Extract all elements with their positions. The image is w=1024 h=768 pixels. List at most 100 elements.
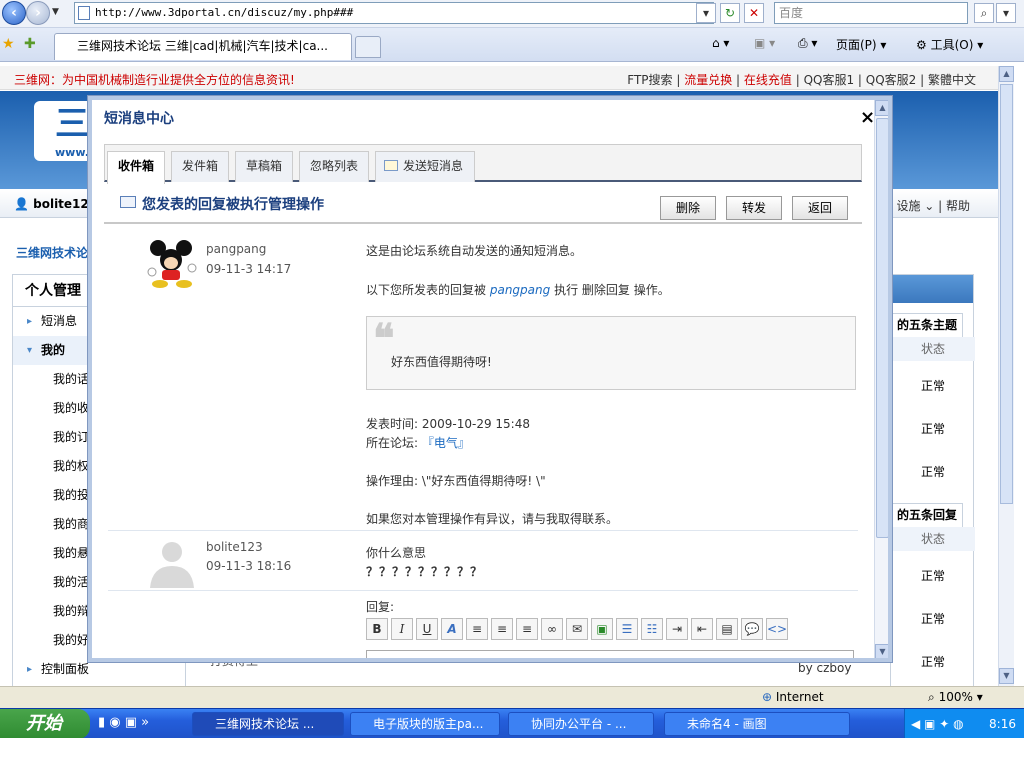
scroll-down-icon[interactable]: ▼ [875, 644, 888, 658]
url-field[interactable]: http://www.3dportal.cn/discuz/my.php### [74, 2, 714, 24]
feeds-icon[interactable]: ▣ ▾ [754, 36, 775, 50]
top-link[interactable]: 流量兑换 [684, 73, 732, 87]
message-line: 你什么意思 [366, 546, 427, 560]
clock: 8:16 [989, 717, 1016, 731]
search-options-button[interactable]: ▾ [996, 3, 1016, 23]
sender-name[interactable]: bolite123 [206, 540, 263, 554]
message-line: 这是由论坛系统自动发送的通知短消息。 [366, 244, 583, 258]
divider [108, 530, 858, 531]
reason-line: 操作理由: \"好东西值得期待呀! \" [366, 474, 546, 488]
table-icon[interactable]: ▤ [716, 618, 738, 640]
underline-icon[interactable]: U [416, 618, 438, 640]
tools-menu[interactable]: ⚙ 工具(O) ▾ [916, 36, 983, 53]
message-line: 以下您所发表的回复被 pangpang 执行 删除回复 操作。 [366, 283, 670, 297]
page-menu[interactable]: 页面(P) ▾ [836, 36, 886, 53]
compose-icon [384, 160, 398, 171]
close-button[interactable]: × [860, 109, 875, 127]
back-button[interactable]: 返回 [792, 196, 848, 220]
forum-link[interactable]: 『电气』 [422, 436, 470, 450]
sender-name[interactable]: pangpang [206, 242, 266, 256]
favorites-star-icon[interactable]: ★ [2, 36, 15, 52]
image-icon[interactable]: ▣ [591, 618, 613, 640]
align-left-icon[interactable]: ≡ [466, 618, 488, 640]
forward-button[interactable]: › [26, 1, 50, 25]
url-dropdown-button[interactable]: ▾ [696, 3, 716, 23]
taskbar-item[interactable]: 协同办公平台 - ... [508, 712, 654, 736]
align-center-icon[interactable]: ≡ [491, 618, 513, 640]
browser-tab[interactable]: 三维网技术论坛 三维|cad|机械|汽车|技术|ca... [54, 33, 352, 60]
bold-icon[interactable]: B [366, 618, 388, 640]
scroll-down-icon[interactable]: ▼ [999, 668, 1014, 684]
scroll-thumb[interactable] [1000, 84, 1013, 504]
page-scrollbar[interactable]: ▲ ▼ [998, 66, 1014, 686]
code-icon[interactable]: <> [766, 618, 788, 640]
print-icon[interactable]: ⎙ ▾ [798, 36, 817, 51]
history-dropdown-icon[interactable]: ▼ [52, 7, 59, 17]
help-links[interactable]: 设施 ⌄ | 帮助 [896, 197, 970, 214]
stop-button[interactable]: ✕ [744, 3, 764, 23]
status-value: 正常 [920, 569, 945, 583]
taskbar-item[interactable]: 电子版块的版主pa... [350, 712, 500, 736]
top-link[interactable]: 繁體中文 [928, 73, 976, 87]
taskbar-item[interactable]: 未命名4 - 画图 [664, 712, 850, 736]
status-value: 正常 [920, 465, 945, 479]
tab-send-message[interactable]: 发送短消息 [375, 151, 475, 182]
zoom-control[interactable]: ⌕ 100% ▾ [928, 690, 983, 705]
forward-button[interactable]: 转发 [726, 196, 782, 220]
status-value: 正常 [920, 379, 945, 393]
back-button[interactable]: ‹ [2, 1, 26, 25]
refresh-button[interactable]: ↻ [720, 3, 740, 23]
username-link[interactable]: 👤 bolite123 [14, 197, 97, 211]
breadcrumb[interactable]: 三维网技术论 [16, 244, 88, 261]
scroll-thumb[interactable] [876, 118, 888, 538]
site-topbar: 三维网：为中国机械制造行业提供全方位的信息资讯! FTP搜索 | 流量兑换 | … [0, 66, 998, 90]
page-menu-label: 页面(P) [836, 38, 877, 52]
quote-bubble-icon[interactable]: 💬 [741, 618, 763, 640]
search-button[interactable]: ⌕ [974, 3, 994, 23]
top-link[interactable]: FTP搜索 [627, 73, 672, 87]
dialog-scrollbar[interactable]: ▲ ▼ [874, 100, 888, 658]
system-tray: ◀ ▣ ✦ ◍ 8:16 [904, 709, 1024, 739]
italic-icon[interactable]: I [391, 618, 413, 640]
top-link[interactable]: 在线充值 [744, 73, 792, 87]
outdent-icon[interactable]: ⇤ [691, 618, 713, 640]
tab-inbox[interactable]: 收件箱 [107, 151, 165, 184]
top-link[interactable]: QQ客服2 [866, 73, 917, 87]
tab-drafts[interactable]: 草稿箱 [235, 151, 293, 182]
right-tab-replies[interactable]: 的五条回复 [891, 503, 963, 527]
email-icon[interactable]: ✉ [566, 618, 588, 640]
top-links: FTP搜索 | 流量兑换 | 在线充值 | QQ客服1 | QQ客服2 | 繁體… [627, 73, 976, 87]
taskbar-item[interactable]: 三维网技术论坛 ... [192, 712, 344, 736]
font-color-icon[interactable]: A [441, 618, 463, 640]
top-link[interactable]: QQ客服1 [804, 73, 855, 87]
home-icon[interactable]: ⌂ ▾ [712, 36, 729, 50]
right-panel-header [891, 275, 973, 303]
tray-icons[interactable]: ◀ ▣ ✦ ◍ [911, 709, 964, 739]
right-tab-topics[interactable]: 的五条主题 [891, 313, 963, 337]
ordered-list-icon[interactable]: ☰ [616, 618, 638, 640]
message-subject-text: 您发表的回复被执行管理操作 [142, 197, 324, 213]
delete-button[interactable]: 删除 [660, 196, 716, 220]
quote-text: 好东西值得期待呀! [391, 355, 492, 369]
unordered-list-icon[interactable]: ☷ [641, 618, 663, 640]
message-subject: 您发表的回复被执行管理操作 [120, 194, 324, 214]
quick-launch-icons[interactable]: ▮ ◉ ▣ » [98, 715, 149, 730]
moderator-link[interactable]: pangpang [490, 283, 550, 297]
indent-icon[interactable]: ⇥ [666, 618, 688, 640]
message-line: ？？？？？？？？？ [366, 565, 484, 579]
scroll-up-icon[interactable]: ▲ [875, 100, 888, 116]
align-right-icon[interactable]: ≡ [516, 618, 538, 640]
byline: by czboy [798, 661, 852, 675]
search-input[interactable]: 百度 [774, 2, 968, 24]
globe-icon: ⊕ [762, 690, 773, 704]
status-bar: ⊕ Internet ⌕ 100% ▾ [0, 686, 1024, 708]
scroll-up-icon[interactable]: ▲ [999, 66, 1014, 82]
tab-ignore-list[interactable]: 忽略列表 [299, 151, 369, 182]
tab-outbox[interactable]: 发件箱 [171, 151, 229, 182]
address-toolbar: ‹ › ▼ http://www.3dportal.cn/discuz/my.p… [0, 0, 1024, 28]
new-tab-button[interactable] [355, 36, 381, 58]
reply-textarea[interactable] [366, 650, 854, 658]
add-favorite-icon[interactable]: ✚ [24, 36, 36, 52]
start-button[interactable]: 开始 [0, 709, 90, 739]
link-icon[interactable]: ∞ [541, 618, 563, 640]
